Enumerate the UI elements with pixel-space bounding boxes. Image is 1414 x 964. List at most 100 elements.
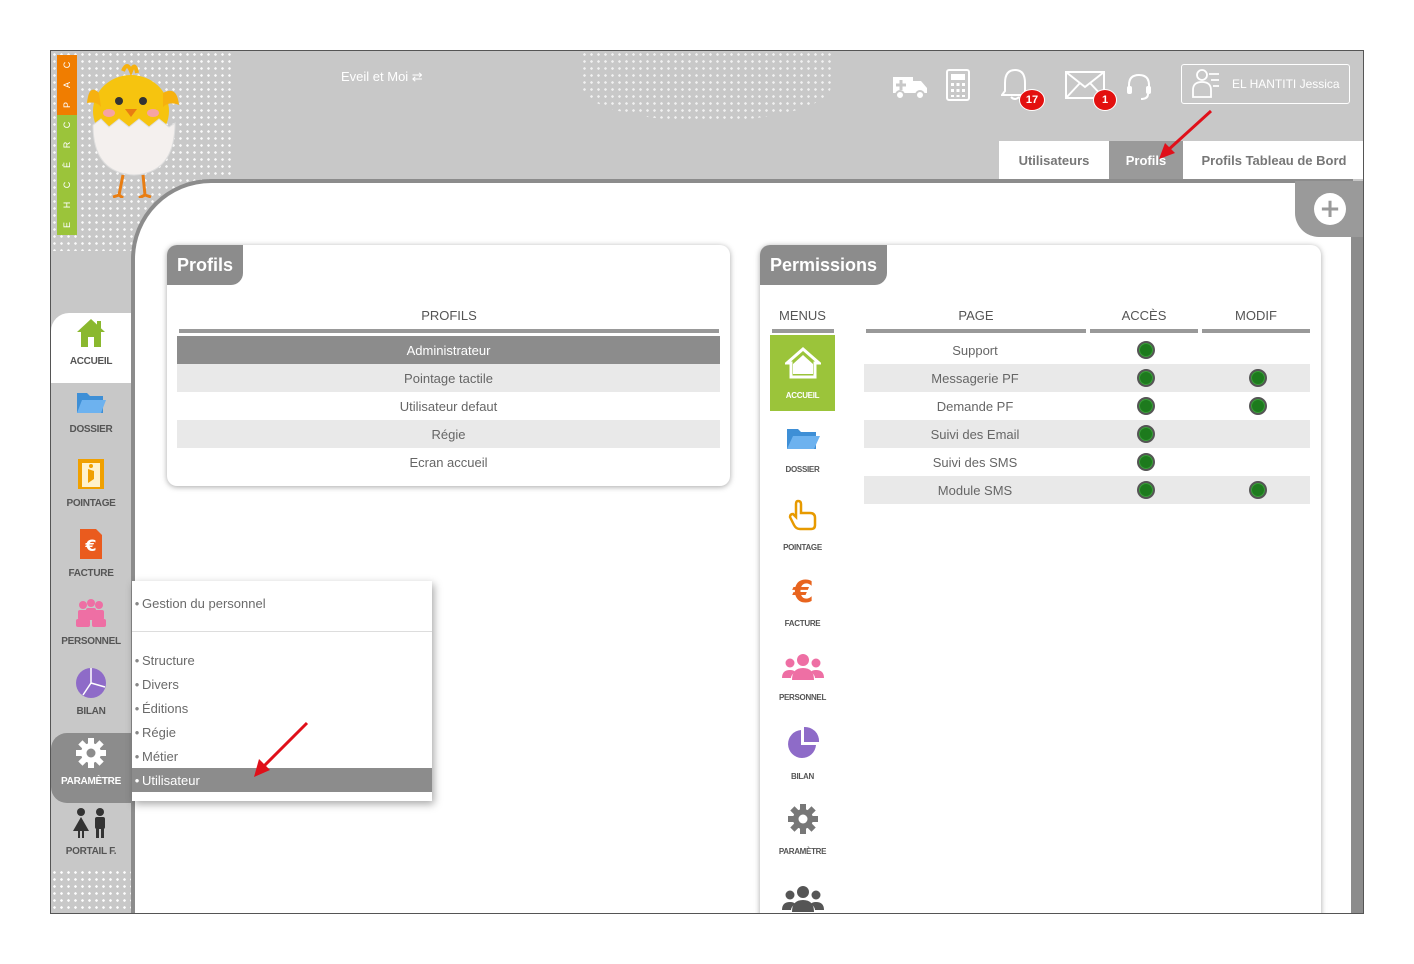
menu-tile-label: BILAN <box>791 771 814 781</box>
sidebar-item-label: PARAMÈTRE <box>61 776 121 787</box>
decorative-dots <box>51 869 131 913</box>
menu-tile-accueil[interactable]: ACCUEIL <box>770 335 835 411</box>
page-name: Demande PF <box>936 398 1014 414</box>
invoice-icon: € <box>78 527 104 564</box>
home-icon <box>782 346 823 381</box>
ambulance-icon[interactable] <box>891 71 929 101</box>
staff-icon <box>74 597 108 632</box>
modif-status-dot[interactable] <box>1249 369 1267 387</box>
profile-row[interactable]: Utilisateur defaut <box>177 392 720 420</box>
permission-menus: ACCUEIL DOSSIER POINTAGE € FACTURE PERSO… <box>770 335 835 913</box>
sidebar-item-accueil[interactable]: ACCUEIL <box>51 313 131 383</box>
sidebar-item-personnel[interactable]: PERSONNEL <box>51 593 131 663</box>
submenu-item[interactable]: • Éditions <box>132 696 432 720</box>
bullet-icon: • <box>134 748 140 764</box>
column-divider <box>772 329 834 333</box>
bullet-icon: • <box>134 652 140 668</box>
home-icon <box>75 317 107 352</box>
calculator-icon[interactable] <box>946 69 970 101</box>
logo-letter: P <box>57 95 77 115</box>
user-name: EL HANTITI Jessica <box>1232 77 1340 91</box>
submenu-item-label: Divers <box>142 676 179 692</box>
logo-letter: C <box>57 55 77 75</box>
bullet-icon: • <box>134 772 140 788</box>
sidebar-item-label: POINTAGE <box>66 498 116 509</box>
divider <box>132 631 432 632</box>
profile-row[interactable]: Administrateur <box>177 336 720 364</box>
structure-selector[interactable]: Eveil et Moi ⇄ <box>341 69 423 85</box>
column-header-modif: MODIF <box>1235 308 1277 323</box>
menu-tile-facture[interactable]: € FACTURE <box>770 563 835 639</box>
permissions-panel: Permissions MENUS PAGE ACCÈS MODIF ACCUE… <box>760 245 1321 913</box>
scrollbar[interactable] <box>1351 237 1363 913</box>
tab-utilisateurs[interactable]: Utilisateurs <box>999 141 1109 179</box>
modif-status-dot[interactable] <box>1249 397 1267 415</box>
sidebar-item-pointage[interactable]: POINTAGE <box>51 453 131 523</box>
submenu-item[interactable]: • Structure <box>132 648 432 672</box>
folder-icon <box>785 425 821 455</box>
column-divider <box>1202 329 1310 333</box>
sidebar-item-dossier[interactable]: DOSSIER <box>51 383 131 453</box>
submenu-item[interactable]: • Gestion du personnel <box>132 591 432 615</box>
submenu-item-utilisateur[interactable]: • Utilisateur <box>132 768 432 792</box>
bullet-icon: • <box>134 724 140 740</box>
page-name: Suivi des SMS <box>932 454 1018 470</box>
permission-row: Support <box>864 336 1310 364</box>
modif-status-dot[interactable] <box>1249 481 1267 499</box>
users-icon <box>781 653 824 683</box>
column-header-acces: ACCÈS <box>1121 308 1167 323</box>
submenu-item[interactable]: • Divers <box>132 672 432 696</box>
user-account-button[interactable]: EL HANTITI Jessica <box>1181 64 1350 104</box>
menu-tile-parametre[interactable]: PARAMÈTRE <box>770 791 835 867</box>
permission-row: Suivi des Email <box>864 420 1310 448</box>
menu-tile-personnel[interactable]: PERSONNEL <box>770 639 835 715</box>
tab-profils[interactable]: Profils <box>1109 141 1183 179</box>
euro-icon: € <box>789 575 817 610</box>
profile-row[interactable]: Ecran accueil <box>177 448 720 476</box>
pie-chart-icon <box>75 667 107 702</box>
sidebar-item-label: DOSSIER <box>69 424 113 435</box>
menu-tile-dossier[interactable]: DOSSIER <box>770 411 835 487</box>
sidebar-item-bilan[interactable]: BILAN <box>51 663 131 733</box>
menu-tile-pointage[interactable]: POINTAGE <box>770 487 835 563</box>
menu-tile-group[interactable] <box>770 867 835 913</box>
sidebar-item-label: BILAN <box>76 706 106 717</box>
permission-row: Demande PF <box>864 392 1310 420</box>
sidebar-item-facture[interactable]: € FACTURE <box>51 523 131 593</box>
access-status-dot[interactable] <box>1137 481 1155 499</box>
permission-row: Module SMS <box>864 476 1310 504</box>
profile-row[interactable]: Pointage tactile <box>177 364 720 392</box>
profils-panel: Profils PROFILS Administrateur Pointage … <box>167 245 730 486</box>
access-status-dot[interactable] <box>1137 425 1155 443</box>
access-status-dot[interactable] <box>1137 397 1155 415</box>
submenu-item[interactable]: • Métier <box>132 744 432 768</box>
sidebar-item-parametre[interactable]: PARAMÈTRE <box>51 733 131 803</box>
access-status-dot[interactable] <box>1137 369 1155 387</box>
profile-row[interactable]: Régie <box>177 420 720 448</box>
gear-icon <box>75 737 107 772</box>
mail-count-badge: 1 <box>1093 89 1117 111</box>
column-header: PROFILS <box>421 308 477 323</box>
column-divider <box>179 329 719 333</box>
sidebar-item-portail[interactable]: PORTAIL F. <box>51 803 131 873</box>
bullet-icon: • <box>134 595 140 611</box>
headset-support-icon[interactable] <box>1126 73 1152 101</box>
sidebar-item-label: ACCUEIL <box>69 356 113 367</box>
submenu-item-label: Régie <box>142 724 176 740</box>
add-button[interactable]: + <box>1295 181 1363 237</box>
access-status-dot[interactable] <box>1137 341 1155 359</box>
logo-letter: A <box>57 75 77 95</box>
tab-profils-tableau-de-bord[interactable]: Profils Tableau de Bord <box>1183 141 1363 179</box>
submenu-item-label: Métier <box>142 748 179 764</box>
logo-letter: R <box>57 135 77 155</box>
column-divider <box>866 329 1086 333</box>
submenu-item[interactable]: • Régie <box>132 720 432 744</box>
family-icon <box>70 807 112 842</box>
submenu-item-label: Structure <box>142 652 195 668</box>
access-status-dot[interactable] <box>1137 453 1155 471</box>
menu-tile-bilan[interactable]: BILAN <box>770 715 835 791</box>
submenu-item-label: Éditions <box>142 700 189 716</box>
page-name: Module SMS <box>937 482 1013 498</box>
panel-title: Permissions <box>760 245 888 285</box>
menu-tile-label: PERSONNEL <box>778 692 827 702</box>
